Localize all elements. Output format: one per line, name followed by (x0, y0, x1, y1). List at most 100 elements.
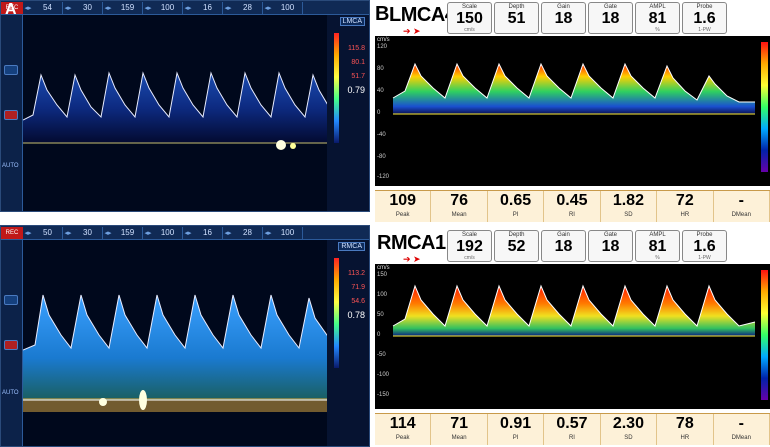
toolbar-value[interactable]: 100 (273, 1, 303, 14)
spectral-waveform (22, 71, 330, 150)
toolbar-value[interactable]: 50 (33, 226, 63, 239)
velocity-colorbar (334, 258, 339, 368)
measure-label: Mean (451, 435, 467, 441)
toolbar-arrow-icon[interactable]: ◂▸ (143, 4, 153, 12)
measure-label: RI (568, 212, 575, 218)
param-unit: % (655, 27, 660, 33)
panel-b-top-header: B LMCA4 ➔ ➤ Scale 150 cm/s Depth 51 Gain 18 … (375, 0, 770, 36)
param-gain[interactable]: Gain 18 (541, 230, 586, 262)
vessel-label: LMCA (339, 17, 365, 26)
toolbar-value[interactable]: 28 (233, 226, 263, 239)
param-depth[interactable]: Depth 51 (494, 2, 539, 34)
param-value: 52 (507, 238, 526, 255)
param-unit: 1-PW (698, 255, 711, 261)
param-probe[interactable]: Probe 1.6 1-PW (682, 230, 727, 262)
param-scale[interactable]: Scale 150 cm/s (447, 2, 492, 34)
toolbar-arrow-icon[interactable]: ◂▸ (23, 229, 33, 237)
measure-label: PI (512, 435, 519, 441)
measure-dmean: - DMean (714, 191, 770, 222)
parameter-cells: Scale 150 cm/s Depth 51 Gain 18 Gate 18 AMPL 8… (447, 2, 729, 34)
toolbar-value[interactable]: 100 (273, 226, 303, 239)
y-tick-label: 100 (377, 292, 388, 298)
toolbar-arrow-icon[interactable]: ◂▸ (63, 4, 73, 12)
param-ampl[interactable]: AMPL 81% (635, 230, 680, 262)
toolbar-value[interactable]: 28 (233, 1, 263, 14)
measure-sd: 1.82 SD (601, 191, 658, 222)
panel-b-bottom-header: RMCA1 ➔ ➤ Scale 192 cm/s Depth 52 Gain 18 Ga… (375, 228, 770, 264)
y-tick-label: -120 (377, 174, 390, 180)
param-probe[interactable]: Probe 1.6 1-PW (682, 2, 727, 34)
y-tick-label: 80 (377, 66, 384, 72)
measure-label: HR (680, 435, 690, 441)
toolbar-value[interactable]: 100 (153, 226, 183, 239)
marker-button[interactable] (4, 110, 18, 120)
measure-value: 0.91 (499, 415, 532, 432)
toolbar-arrow-icon[interactable]: ◂▸ (23, 4, 33, 12)
toolbar-arrow-icon[interactable]: ◂▸ (223, 4, 233, 12)
param-ampl[interactable]: AMPL 81% (635, 2, 680, 34)
spectral-fill (23, 295, 329, 400)
marker-button[interactable] (4, 340, 18, 350)
velocity-units: cm/s (377, 265, 390, 271)
artifact-blob (99, 398, 107, 406)
toolbar-arrow-icon[interactable]: ◂▸ (143, 229, 153, 237)
param-value: 150 (456, 10, 483, 27)
param-value: 81 (648, 238, 667, 255)
spectral-fill (393, 286, 755, 336)
measure-value: 109 (389, 192, 417, 209)
param-gate[interactable]: Gate 18 (588, 2, 633, 34)
param-depth[interactable]: Depth 52 (494, 230, 539, 262)
measure-label: Peak (395, 212, 410, 218)
toolbar-arrow-icon[interactable]: ◂▸ (263, 229, 273, 237)
toolbar-value[interactable]: 54 (33, 1, 63, 14)
toolbar-value[interactable]: 159 (113, 226, 143, 239)
toolbar-arrow-icon[interactable]: ◂▸ (263, 4, 273, 12)
toolbar-value[interactable]: 30 (73, 1, 103, 14)
spectral-waveform (22, 294, 330, 412)
param-scale[interactable]: Scale 192 cm/s (447, 230, 492, 262)
measure-mean: 76 Mean (431, 191, 488, 222)
toolbar-arrow-icon[interactable]: ◂▸ (63, 229, 73, 237)
toolbar-value[interactable]: 159 (113, 1, 143, 14)
vessel-label: RMCA (338, 242, 365, 251)
measure-mean: 71 Mean (431, 414, 488, 445)
toolbar-arrow-icon[interactable]: ◂▸ (183, 229, 193, 237)
readout-value: 54.6 (351, 298, 365, 305)
measure-peak: 109 Peak (375, 191, 432, 222)
toolbar-arrow-icon[interactable]: ◂▸ (223, 229, 233, 237)
toolbar-value[interactable]: 30 (73, 226, 103, 239)
measure-label: HR (680, 212, 690, 218)
measure-ri: 0.45 RI (544, 191, 601, 222)
y-tick-label: -150 (377, 392, 390, 398)
play-icon[interactable] (4, 295, 18, 305)
measure-pi: 0.91 PI (488, 414, 545, 445)
param-unit: 1-PW (698, 27, 711, 33)
measure-dmean: - DMean (714, 414, 770, 445)
measure-value: 2.30 (612, 415, 644, 432)
param-unit: % (655, 255, 660, 261)
figure-root: REC ◂▸ 54 ◂▸ 30 ◂▸ 159 ◂▸ 100 ◂▸ 16 ◂▸ 2… (0, 0, 770, 447)
vessel-name: RMCA1 (377, 232, 446, 254)
record-badge[interactable]: REC (1, 226, 23, 239)
param-gain[interactable]: Gain 18 (541, 2, 586, 34)
toolbar-arrow-icon[interactable]: ◂▸ (103, 229, 113, 237)
auto-tag[interactable]: AUTO (2, 163, 19, 169)
panel-b-top: B LMCA4 ➔ ➤ Scale 150 cm/s Depth 51 Gain 18 … (375, 0, 770, 222)
param-gate[interactable]: Gate 18 (588, 230, 633, 262)
panel-a-top-sidebar: AUTO (1, 15, 23, 211)
param-value: 18 (601, 10, 620, 27)
toolbar-value[interactable]: 100 (153, 1, 183, 14)
measure-value: 71 (450, 415, 469, 432)
measure-label: PI (512, 212, 519, 218)
measure-label: Mean (451, 212, 467, 218)
toolbar-value[interactable]: 16 (193, 1, 223, 14)
toolbar-arrow-icon[interactable]: ◂▸ (103, 4, 113, 12)
pi-readout: 0.78 (347, 310, 365, 320)
measure-sd: 2.30 SD (601, 414, 658, 445)
toolbar-value[interactable]: 16 (193, 226, 223, 239)
y-tick-label: -40 (377, 132, 386, 138)
y-tick-label: 120 (377, 44, 388, 50)
play-icon[interactable] (4, 65, 18, 75)
toolbar-arrow-icon[interactable]: ◂▸ (183, 4, 193, 12)
auto-tag[interactable]: AUTO (2, 390, 19, 396)
